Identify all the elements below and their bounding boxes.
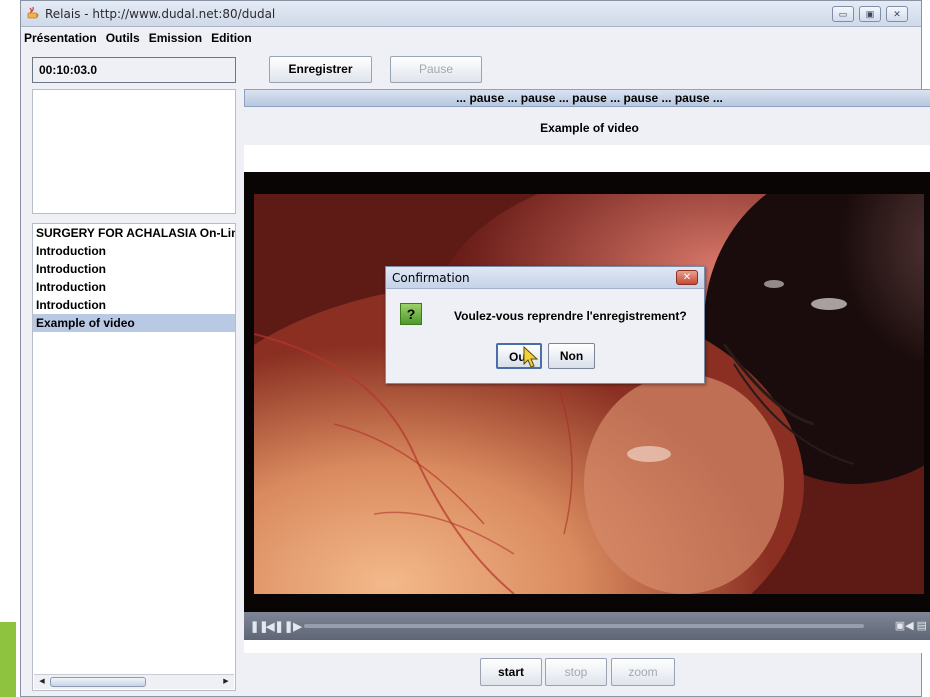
title-bar[interactable]: Relais - http://www.dudal.net:80/dudal ▭… xyxy=(21,1,921,27)
scroll-thumb[interactable] xyxy=(50,677,146,687)
playlist-item[interactable]: Introduction xyxy=(33,242,235,260)
start-button[interactable]: start xyxy=(480,658,542,686)
subtitle-strip xyxy=(244,145,930,172)
playlist-item[interactable]: Introduction xyxy=(33,260,235,278)
video-title: Example of video xyxy=(540,121,639,135)
preview-panel xyxy=(32,89,236,214)
side-color-tab xyxy=(0,622,16,697)
next-icon[interactable]: ❚▶ xyxy=(284,620,302,633)
surgical-video-frame xyxy=(254,194,924,594)
confirmation-dialog: Confirmation ✕ ? Voulez-vous reprendre l… xyxy=(385,266,705,384)
status-banner: ... pause ... pause ... pause ... pause … xyxy=(244,89,930,107)
menu-edition[interactable]: Edition xyxy=(208,28,255,45)
menu-presentation[interactable]: Présentation xyxy=(21,28,100,45)
window-title: Relais - http://www.dudal.net:80/dudal xyxy=(45,7,276,21)
close-button[interactable]: ✕ xyxy=(886,6,908,22)
recording-timer: 00:10:03.0 xyxy=(32,57,236,83)
minimize-button[interactable]: ▭ xyxy=(832,6,854,22)
no-button[interactable]: Non xyxy=(548,343,595,369)
pause-button[interactable]: Pause xyxy=(390,56,482,83)
menu-emission[interactable]: Emission xyxy=(146,28,205,45)
playlist: SURGERY FOR ACHALASIA On-Lin Introduction… xyxy=(33,224,235,332)
menu-outils[interactable]: Outils xyxy=(103,28,143,45)
dialog-message: Voulez-vous reprendre l'enregistrement? xyxy=(454,309,687,323)
scroll-left-icon[interactable]: ◀ xyxy=(35,676,49,688)
seek-bar[interactable] xyxy=(304,624,864,628)
volume-and-fullscreen-icons[interactable]: ▣◀ ▤ xyxy=(895,619,927,632)
playlist-panel: SURGERY FOR ACHALASIA On-Lin Introduction… xyxy=(32,223,236,691)
record-button[interactable]: Enregistrer xyxy=(269,56,372,83)
playlist-item[interactable]: SURGERY FOR ACHALASIA On-Lin xyxy=(33,224,235,242)
player-bottom-area xyxy=(244,640,930,653)
scroll-right-icon[interactable]: ▶ xyxy=(219,676,233,688)
java-app-icon xyxy=(27,6,39,19)
stop-button[interactable]: stop xyxy=(545,658,607,686)
maximize-button[interactable]: ▣ xyxy=(859,6,881,22)
dialog-title: Confirmation xyxy=(392,271,470,285)
player-control-bar: ❚❚ ◀❚ ❚▶ ▣◀ ▤ xyxy=(244,612,930,640)
playlist-item[interactable]: Introduction xyxy=(33,296,235,314)
zoom-button[interactable]: zoom xyxy=(611,658,675,686)
video-title-area: Example of video xyxy=(244,107,930,145)
playlist-item[interactable]: Introduction xyxy=(33,278,235,296)
playlist-item[interactable]: Example of video xyxy=(33,314,235,332)
dialog-title-bar[interactable]: Confirmation ✕ xyxy=(386,267,704,289)
video-player[interactable] xyxy=(244,172,930,612)
menu-bar: Présentation Outils Emission Edition xyxy=(21,28,921,48)
previous-icon[interactable]: ◀❚ xyxy=(266,620,284,633)
horizontal-scrollbar[interactable]: ◀ ▶ xyxy=(34,674,234,689)
question-icon: ? xyxy=(400,303,422,325)
mouse-cursor-icon xyxy=(523,346,539,368)
dialog-close-button[interactable]: ✕ xyxy=(676,270,698,285)
